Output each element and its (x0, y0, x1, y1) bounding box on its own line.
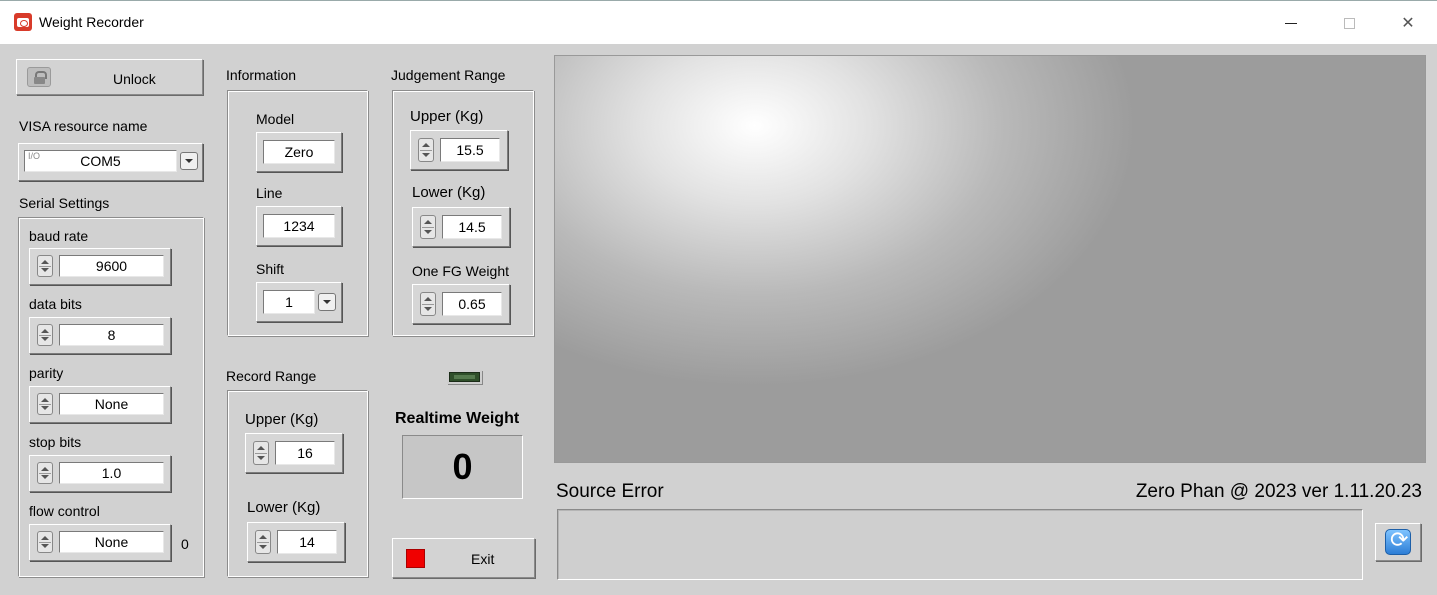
information-title: Information (226, 67, 297, 83)
maximize-button[interactable] (1326, 9, 1372, 37)
stop-bits-field[interactable]: 1.0 (59, 462, 164, 484)
unlock-label: Unlock (113, 71, 156, 87)
flow-control-stepper[interactable] (37, 531, 53, 553)
close-icon: ✕ (1401, 15, 1415, 32)
window-title: Weight Recorder (39, 14, 144, 30)
version-credit: Zero Phan @ 2023 ver 1.11.20.23 (1135, 481, 1422, 502)
one-fg-weight-field[interactable]: 0.65 (442, 292, 502, 316)
record-upper-stepper[interactable] (253, 441, 269, 465)
minimize-button[interactable] (1268, 9, 1314, 37)
information-group: Model Zero Line 1234 Shift 1 (227, 90, 368, 336)
flow-control-label: flow control (29, 503, 100, 519)
flow-control-field[interactable]: None (59, 531, 164, 553)
judgement-upper-label: Upper (Kg) (410, 108, 484, 125)
exit-indicator-icon (406, 549, 425, 568)
record-range-group: Upper (Kg) 16 Lower (Kg) 14 (227, 390, 368, 577)
maximize-icon (1343, 17, 1355, 29)
close-button[interactable]: ✕ (1385, 9, 1431, 37)
io-icon: I/O (28, 151, 41, 161)
visa-resource-field[interactable]: I/O COM5 (24, 150, 177, 172)
data-bits-control: 8 (29, 317, 171, 354)
shift-control: 1 (256, 282, 342, 322)
flow-control-control: None (29, 524, 171, 561)
record-lower-control: 14 (247, 522, 345, 562)
parity-stepper[interactable] (37, 393, 53, 415)
model-label: Model (256, 111, 295, 127)
title-bar: Weight Recorder ✕ (0, 0, 1437, 44)
judgement-lower-field[interactable]: 14.5 (442, 215, 502, 239)
model-control: Zero (256, 132, 342, 172)
front-panel: Unlock VISA resource name I/O COM5 Seria… (0, 44, 1437, 595)
baud-rate-field[interactable]: 9600 (59, 255, 164, 277)
parity-control: None (29, 386, 171, 423)
lock-icon (27, 67, 51, 87)
source-error-label: Source Error (556, 481, 664, 502)
data-bits-field[interactable]: 8 (59, 324, 164, 346)
shift-label: Shift (256, 261, 285, 277)
baud-rate-label: baud rate (29, 228, 89, 244)
data-bits-stepper[interactable] (37, 324, 53, 346)
record-upper-control: 16 (245, 433, 343, 473)
line-control: 1234 (256, 206, 342, 246)
judgement-range-title: Judgement Range (391, 67, 506, 83)
judgement-lower-stepper[interactable] (420, 215, 436, 239)
one-fg-weight-control: 0.65 (412, 284, 510, 324)
unlock-button[interactable]: Unlock (16, 59, 203, 95)
exit-button[interactable]: Exit (392, 538, 535, 578)
record-upper-label: Upper (Kg) (245, 411, 319, 428)
record-lower-stepper[interactable] (255, 530, 271, 554)
realtime-weight-label: Realtime Weight (395, 410, 520, 427)
minimize-icon (1285, 22, 1297, 24)
flow-control-extra: 0 (181, 536, 189, 552)
stop-bits-control: 1.0 (29, 455, 171, 492)
one-fg-weight-label: One FG Weight (412, 263, 510, 279)
shift-dropdown-button[interactable] (318, 293, 336, 311)
judgement-upper-field[interactable]: 15.5 (440, 138, 500, 162)
shift-field[interactable]: 1 (263, 290, 315, 314)
baud-rate-control: 9600 (29, 248, 171, 285)
serial-settings-group: baud rate 9600 data bits 8 parity None s… (18, 217, 204, 577)
status-led (447, 370, 482, 384)
parity-label: parity (29, 365, 64, 381)
line-label: Line (256, 185, 283, 201)
visa-resource-value: COM5 (80, 153, 121, 169)
serial-settings-title: Serial Settings (19, 195, 110, 211)
stop-bits-stepper[interactable] (37, 462, 53, 484)
refresh-button[interactable] (1375, 523, 1421, 561)
visa-label: VISA resource name (19, 118, 148, 134)
judgement-lower-control: 14.5 (412, 207, 510, 247)
source-error-field[interactable] (557, 509, 1363, 580)
image-display (554, 55, 1426, 463)
scale-icon (14, 13, 32, 31)
visa-resource-control: I/O COM5 (18, 143, 203, 181)
judgement-lower-label: Lower (Kg) (412, 184, 486, 201)
judgement-range-group: Upper (Kg) 15.5 Lower (Kg) 14.5 One FG W… (392, 90, 534, 336)
realtime-weight-display: 0 (402, 435, 523, 499)
one-fg-weight-stepper[interactable] (420, 292, 436, 316)
judgement-upper-control: 15.5 (410, 130, 508, 170)
line-field[interactable]: 1234 (263, 214, 335, 238)
data-bits-label: data bits (29, 296, 82, 312)
record-range-title: Record Range (226, 368, 317, 384)
judgement-upper-stepper[interactable] (418, 138, 434, 162)
record-upper-field[interactable]: 16 (275, 441, 335, 465)
parity-field[interactable]: None (59, 393, 164, 415)
stop-bits-label: stop bits (29, 434, 82, 450)
exit-label: Exit (471, 551, 495, 567)
visa-dropdown-button[interactable] (180, 152, 198, 170)
refresh-icon (1385, 528, 1411, 555)
baud-rate-stepper[interactable] (37, 255, 53, 277)
record-lower-field[interactable]: 14 (277, 530, 337, 554)
model-field[interactable]: Zero (263, 140, 335, 164)
record-lower-label: Lower (Kg) (247, 499, 321, 516)
